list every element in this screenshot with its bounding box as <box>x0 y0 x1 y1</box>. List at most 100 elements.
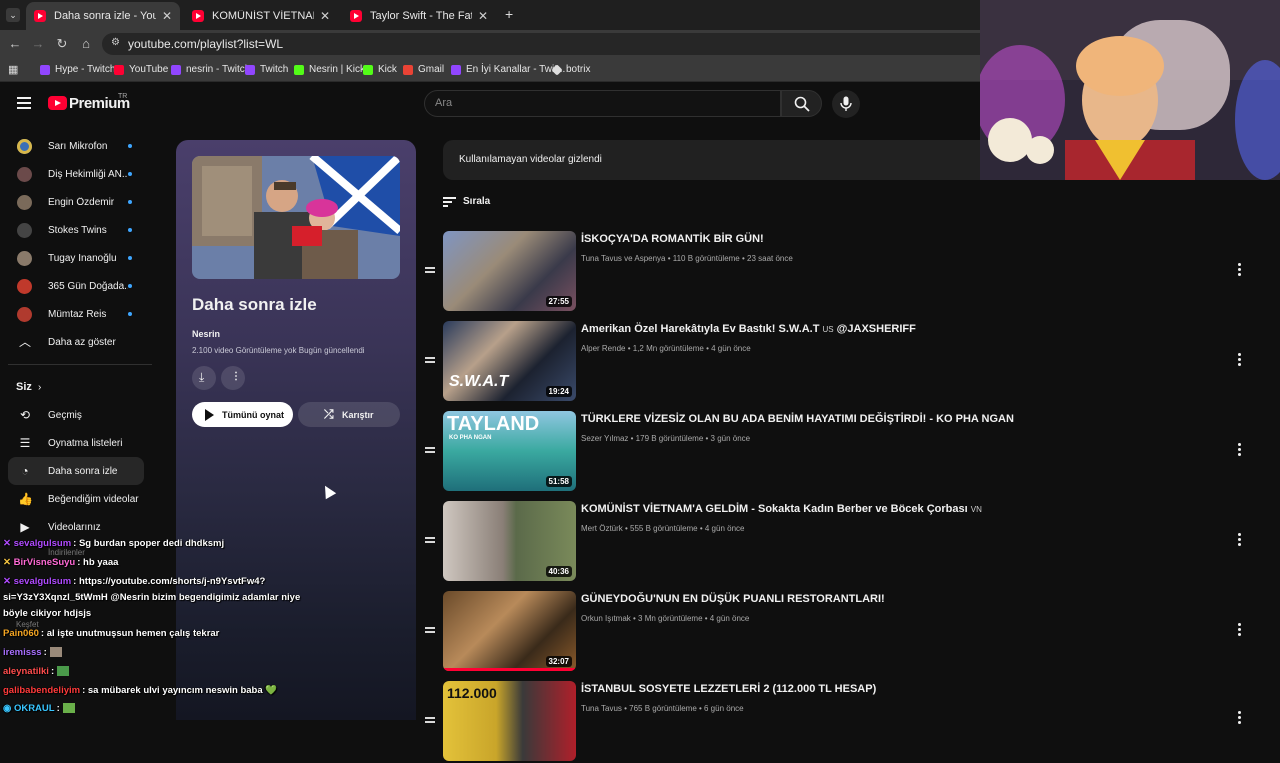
bookmark-item[interactable]: nesrin - Twitch <box>171 64 250 75</box>
sort-button[interactable]: Sırala <box>443 196 490 207</box>
reload-icon[interactable]: ↻ <box>54 36 70 52</box>
sidebar-subscription[interactable]: Engin Özdemir <box>8 188 144 216</box>
bookmark-item[interactable]: Kick <box>363 64 397 75</box>
playlist-title: Daha sonra izle <box>192 295 317 314</box>
sidebar-subscription[interactable]: Diş Hekimliği AN... <box>8 160 144 188</box>
playlist-video-row[interactable]: 112.000 İSTANBUL SOSYETE LEZZETLERİ 2 (1… <box>420 681 1260 763</box>
chat-badge-icon: ✕ <box>3 538 14 549</box>
video-title[interactable]: TÜRKLERE VİZESİZ OLAN BU ADA BENİM HAYAT… <box>581 413 1014 425</box>
video-thumbnail[interactable]: 27:55 <box>443 231 576 311</box>
bookmark-label: En İyi Kanallar - Twit... <box>466 64 566 75</box>
sidebar-subscription[interactable]: Tugay İnanoğlu <box>8 244 144 272</box>
playlist-thumbnail[interactable] <box>192 156 400 279</box>
chat-message: böyle cikiyor hdjsjs <box>3 608 91 619</box>
new-tab-plus-icon[interactable]: + <box>505 6 513 22</box>
sidebar-item-label: Daha sonra izle <box>48 465 118 477</box>
bookmark-item[interactable]: Hype - Twitch <box>40 64 115 75</box>
bookmark-label: Twitch <box>260 64 289 75</box>
shuffle-button[interactable]: ⤮ Karıştır <box>298 402 400 427</box>
back-arrow-icon[interactable]: ← <box>7 36 23 51</box>
bookmark-item[interactable]: En İyi Kanallar - Twit... <box>451 64 565 75</box>
video-menu-icon[interactable] <box>1238 623 1242 637</box>
video-thumbnail[interactable]: TAYLAND KO PHA NGAN 51:58 <box>443 411 576 491</box>
play-all-button[interactable]: Tümünü oynat <box>192 402 293 427</box>
bookmark-item[interactable]: Twitch <box>245 64 288 75</box>
sidebar-item-playlists[interactable]: ☰ Oynatma listeleri <box>8 429 144 457</box>
video-menu-icon[interactable] <box>1238 353 1242 367</box>
thumbnail-price-text: 112.000 <box>447 685 497 701</box>
subscription-label: Engin Özdemir <box>48 196 115 208</box>
play-icon <box>205 409 214 421</box>
close-tab-icon[interactable]: ✕ <box>320 9 330 23</box>
video-thumbnail[interactable]: 112.000 <box>443 681 576 761</box>
more-vert-icon: ⋮ <box>231 371 241 382</box>
video-title[interactable]: KOMÜNİST VİETNAM'A GELDİM - Sokakta Kadı… <box>581 503 982 515</box>
search-input[interactable]: Ara <box>424 90 781 117</box>
watch-progress-bar <box>443 668 576 671</box>
video-title[interactable]: Amerikan Özel Harekâtıyla Ev Bastık! S.W… <box>581 323 916 335</box>
video-title[interactable]: İSTANBUL SOSYETE LEZZETLERİ 2 (112.000 T… <box>581 683 876 695</box>
video-title[interactable]: GÜNEYDOĞU'NUN EN DÜŞÜK PUANLI RESTORANTL… <box>581 593 885 605</box>
channel-avatar-icon <box>17 278 32 294</box>
video-menu-icon[interactable] <box>1238 711 1242 725</box>
youtube-logo-icon[interactable] <box>48 96 67 110</box>
forward-arrow-icon[interactable]: → <box>30 36 46 51</box>
sidebar-item-watch-later[interactable]: ◔ Daha sonra izle <box>8 457 144 485</box>
drag-handle-icon[interactable] <box>425 717 435 723</box>
video-thumbnail[interactable]: S.W.A.T 19:24 <box>443 321 576 401</box>
youtube-favicon-icon <box>192 10 204 22</box>
drag-handle-icon[interactable] <box>425 267 435 273</box>
site-info-icon[interactable]: ⚙ <box>111 37 120 48</box>
video-thumbnail[interactable]: 40:36 <box>443 501 576 581</box>
browser-tab-taylor-swift[interactable]: Taylor Swift - The Fate of Ophel ✕ <box>342 2 496 30</box>
show-less-button[interactable]: ︿ Daha az göster <box>8 328 144 356</box>
bookmark-item[interactable]: Gmail <box>403 64 444 75</box>
browser-tab-vietnam[interactable]: KOMÜNİST VİETNAM'A GELDİM ✕ <box>184 2 338 30</box>
sidebar-subscription[interactable]: Sarı Mikrofon <box>8 132 144 160</box>
chat-message: si=Y3zY3Xqnzl_5tWmH @Nesrin bizim begend… <box>3 592 300 603</box>
playlist-video-row[interactable]: S.W.A.T 19:24 Amerikan Özel Harekâtıyla … <box>420 321 1260 403</box>
playlist-video-row[interactable]: 32:07 GÜNEYDOĞU'NUN EN DÜŞÜK PUANLI REST… <box>420 591 1260 673</box>
video-menu-icon[interactable] <box>1238 443 1242 457</box>
you-section-header[interactable]: Siz › <box>8 373 144 401</box>
history-icon: ⟲ <box>19 408 31 422</box>
video-menu-icon[interactable] <box>1238 533 1242 547</box>
sidebar-subscription[interactable]: Stokes Twins <box>8 216 144 244</box>
url-field[interactable]: ⚙ youtube.com/playlist?list=WL <box>102 33 980 55</box>
playlist-video-row[interactable]: 40:36 KOMÜNİST VİETNAM'A GELDİM - Sokakt… <box>420 501 1260 583</box>
more-actions-button[interactable]: ⋮ <box>221 366 245 390</box>
bookmark-item[interactable]: botrix <box>551 63 590 76</box>
drag-handle-icon[interactable] <box>425 537 435 543</box>
playlist-video-row[interactable]: 27:55 İSKOÇYA'DA ROMANTİK BİR GÜN! Tuna … <box>420 231 1260 313</box>
video-title[interactable]: İSKOÇYA'DA ROMANTİK BİR GÜN! <box>581 233 764 245</box>
drag-handle-icon[interactable] <box>425 447 435 453</box>
unavailable-videos-banner: Kullanılamayan videolar gizlendi <box>443 140 980 180</box>
close-tab-icon[interactable]: ✕ <box>162 9 172 23</box>
video-meta: Tuna Tavus • 765 B görüntüleme • 6 gün ö… <box>581 704 744 713</box>
browser-tab-watch-later[interactable]: Daha sonra izle - YouTube ✕ <box>26 2 180 30</box>
bookmark-item[interactable]: YouTube <box>114 64 168 75</box>
chat-text: : <box>56 703 60 714</box>
home-icon[interactable]: ⌂ <box>78 36 94 51</box>
drag-handle-icon[interactable] <box>425 357 435 363</box>
close-tab-icon[interactable]: ✕ <box>478 9 488 23</box>
playlist-owner[interactable]: Nesrin <box>192 329 220 339</box>
sidebar-subscription[interactable]: Mümtaz Reis <box>8 300 144 328</box>
playlist-video-row[interactable]: TAYLAND KO PHA NGAN 51:58 TÜRKLERE VİZES… <box>420 411 1260 493</box>
video-menu-icon[interactable] <box>1238 263 1242 277</box>
search-button[interactable] <box>781 90 822 117</box>
apps-grid-icon[interactable]: ▦ <box>8 63 18 76</box>
bookmark-item[interactable]: Nesrin | Kick <box>294 64 365 75</box>
download-button[interactable]: ⤓ <box>192 366 216 390</box>
sidebar-item-liked-videos[interactable]: 👍 Beğendiğim videolar <box>8 485 144 513</box>
tab-search-icon[interactable]: ⌄ <box>6 8 20 22</box>
subscription-label: Diş Hekimliği AN... <box>48 168 128 180</box>
sidebar-subscription[interactable]: 365 Gün Doğada... <box>8 272 144 300</box>
chat-text: : al işte unutmuşsun hemen çalış tekrar <box>40 628 220 639</box>
drag-handle-icon[interactable] <box>425 627 435 633</box>
playlist-thumbnail-image <box>192 156 400 279</box>
sidebar-item-history[interactable]: ⟲ Geçmiş <box>8 401 144 429</box>
video-thumbnail[interactable]: 32:07 <box>443 591 576 671</box>
hamburger-menu-icon[interactable] <box>17 97 31 109</box>
voice-search-button[interactable] <box>832 90 860 118</box>
